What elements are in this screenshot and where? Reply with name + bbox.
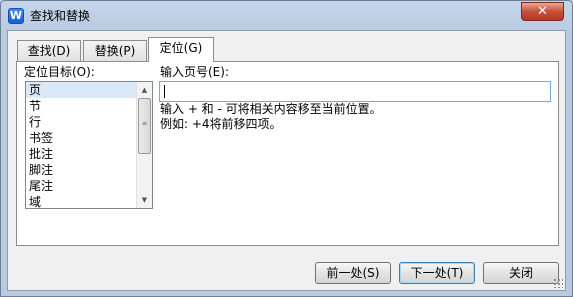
next-button[interactable]: 下一处(T) bbox=[399, 262, 475, 284]
grip-icon: ≡ bbox=[142, 120, 148, 127]
goto-panel: 定位目标(O): 页 节 行 书签 批注 脚注 尾注 域 ▲ ≡ ▼ 输入页号(… bbox=[16, 61, 559, 246]
resize-grip-icon[interactable] bbox=[553, 278, 563, 288]
scroll-up-icon[interactable]: ▲ bbox=[137, 82, 152, 98]
scroll-down-icon[interactable]: ▼ bbox=[137, 192, 152, 208]
tab-find[interactable]: 查找(D) bbox=[17, 40, 81, 61]
goto-target-list[interactable]: 页 节 行 书签 批注 脚注 尾注 域 ▲ ≡ ▼ bbox=[25, 81, 153, 209]
list-item[interactable]: 页 bbox=[26, 82, 136, 98]
list-item[interactable]: 脚注 bbox=[26, 162, 136, 178]
scroll-thumb[interactable]: ≡ bbox=[138, 98, 151, 154]
goto-target-label: 定位目标(O): bbox=[24, 65, 95, 79]
close-button[interactable]: 关闭 bbox=[483, 262, 559, 284]
page-number-label: 输入页号(E): bbox=[160, 65, 229, 79]
list-item[interactable]: 批注 bbox=[26, 146, 136, 162]
find-replace-dialog: W 查找和替换 ✕ 查找(D) 替换(P) 定位(G) 定位目标(O): 页 节… bbox=[0, 0, 573, 297]
close-icon: ✕ bbox=[537, 4, 548, 19]
page-number-input[interactable] bbox=[159, 81, 551, 102]
hint-text-2: 例如: +4将前移四项。 bbox=[160, 117, 282, 131]
text-caret bbox=[164, 85, 165, 98]
tab-replace[interactable]: 替换(P) bbox=[83, 40, 147, 61]
list-item[interactable]: 行 bbox=[26, 114, 136, 130]
wps-writer-icon: W bbox=[8, 8, 24, 24]
dialog-body: 查找(D) 替换(P) 定位(G) 定位目标(O): 页 节 行 书签 批注 脚… bbox=[7, 30, 566, 291]
close-window-button[interactable]: ✕ bbox=[521, 2, 564, 21]
dialog-title: 查找和替换 bbox=[30, 9, 91, 23]
list-item[interactable]: 书签 bbox=[26, 130, 136, 146]
previous-button[interactable]: 前一处(S) bbox=[315, 262, 391, 284]
list-item[interactable]: 域 bbox=[26, 194, 136, 208]
list-item[interactable]: 尾注 bbox=[26, 178, 136, 194]
title-bar[interactable]: W 查找和替换 ✕ bbox=[1, 1, 572, 31]
hint-text-1: 输入 + 和 - 可将相关内容移至当前位置。 bbox=[160, 102, 382, 116]
tab-goto[interactable]: 定位(G) bbox=[148, 37, 214, 62]
list-scrollbar[interactable]: ▲ ≡ ▼ bbox=[136, 82, 152, 208]
list-item[interactable]: 节 bbox=[26, 98, 136, 114]
